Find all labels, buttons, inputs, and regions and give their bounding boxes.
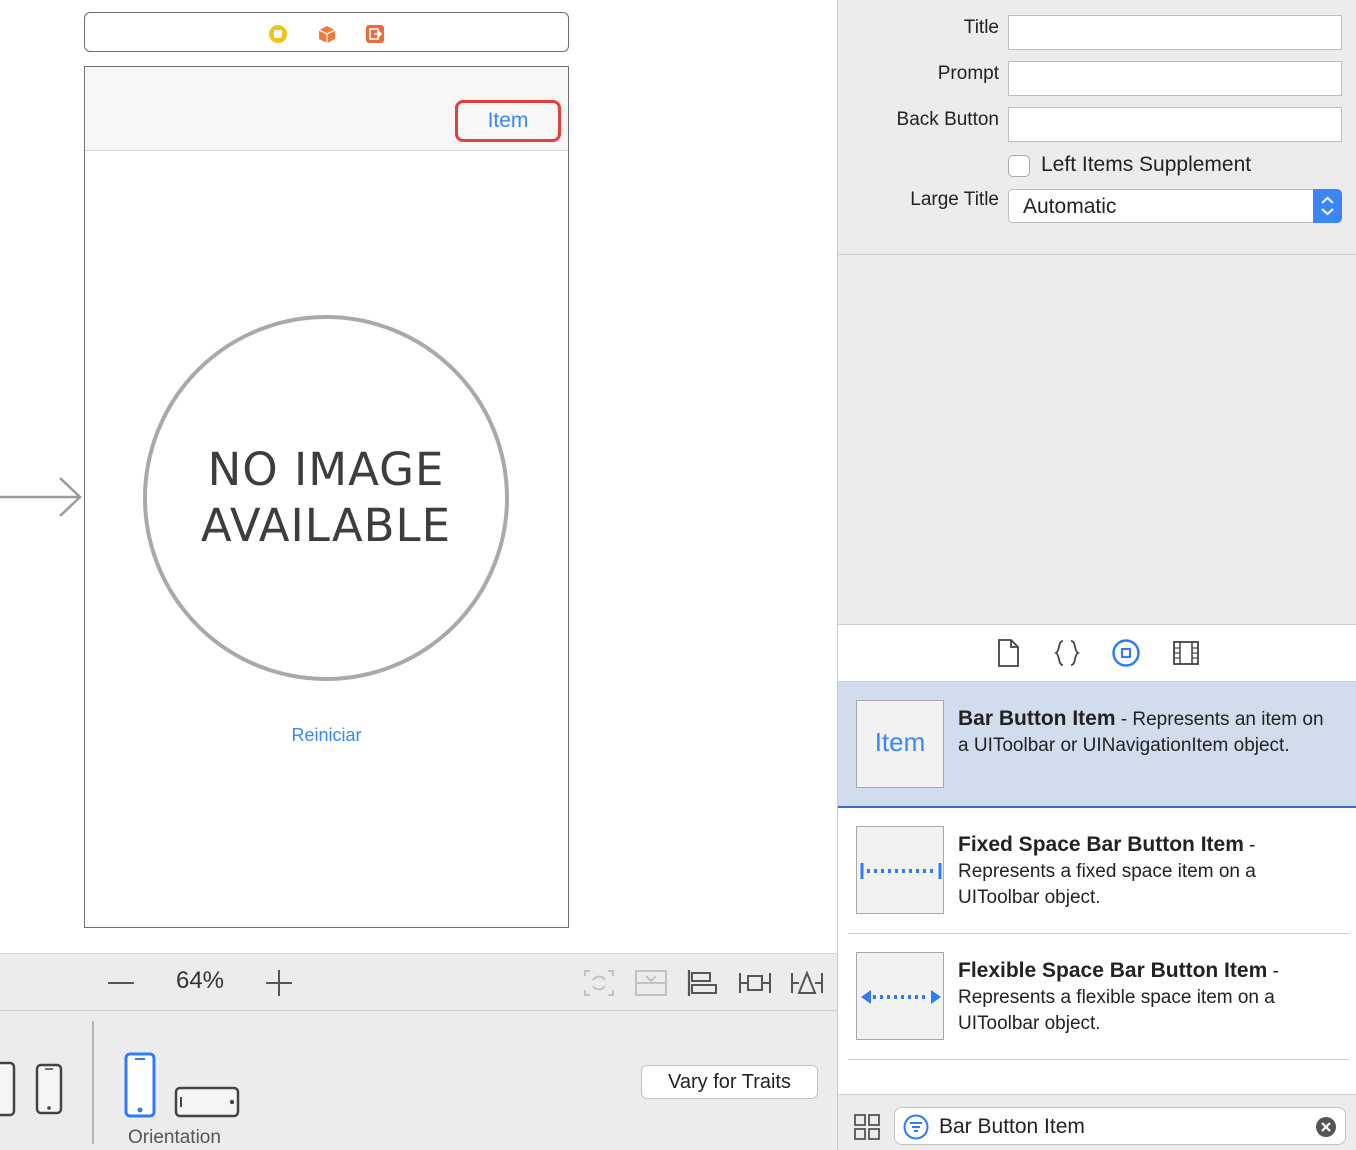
scene-dock	[84, 12, 569, 52]
portrait-orientation-icon[interactable]	[124, 1052, 156, 1118]
placeholder-text-line-1: NO IMAGE	[207, 443, 445, 496]
canvas-zoom-bar: 64%	[0, 953, 837, 1011]
view-controller-scene[interactable]: Item NO IMAGE AVAILABLE Reiniciar	[84, 66, 569, 928]
device-iphone-icon[interactable]	[35, 1063, 63, 1115]
library-item-description: Bar Button Item - Represents an item on …	[958, 706, 1338, 759]
library-item-name: Bar Button Item	[958, 707, 1116, 730]
library-item[interactable]: Fixed Space Bar Button Item - Represents…	[838, 808, 1356, 934]
device-ipad-icon[interactable]	[0, 1061, 16, 1117]
clear-search-icon[interactable]	[1315, 1116, 1337, 1138]
view-controller-icon[interactable]	[268, 24, 288, 44]
flexible-space-icon	[861, 990, 941, 1004]
device-bar-divider	[92, 1021, 94, 1144]
flexible-space-thumbnail	[856, 952, 944, 1040]
bar-button-item-thumbnail: Item	[856, 700, 944, 788]
object-library-list: Item Bar Button Item - Represents an ite…	[838, 682, 1356, 1094]
navigation-bar[interactable]: Item	[85, 67, 568, 151]
fixed-space-icon	[860, 863, 942, 879]
xcode-storyboard-window: Item NO IMAGE AVAILABLE Reiniciar 64% Or…	[0, 0, 1356, 1150]
restart-button[interactable]: Reiniciar	[85, 725, 568, 746]
exit-icon[interactable]	[365, 24, 385, 44]
list-divider	[848, 1059, 1349, 1060]
large-title-value: Automatic	[1023, 195, 1117, 218]
grid-view-icon[interactable]	[853, 1113, 881, 1141]
zoom-in-icon[interactable]	[264, 968, 294, 998]
left-items-supplement-checkbox[interactable]	[1008, 155, 1030, 177]
back-button-field[interactable]	[1008, 107, 1342, 142]
library-tab-bar	[838, 624, 1356, 682]
library-filter-bar: Bar Button Item	[838, 1094, 1356, 1150]
embed-in-stack-icon[interactable]	[634, 968, 668, 998]
large-title-select[interactable]: Automatic	[1008, 189, 1342, 223]
fixed-space-thumbnail	[856, 826, 944, 914]
search-value: Bar Button Item	[939, 1115, 1085, 1138]
add-constraints-icon[interactable]	[738, 968, 772, 998]
no-image-placeholder: NO IMAGE AVAILABLE	[143, 315, 509, 681]
orientation-label: Orientation	[128, 1127, 221, 1148]
library-item-name: Flexible Space Bar Button Item	[958, 959, 1268, 982]
align-icon[interactable]	[686, 968, 720, 998]
library-item-description: Flexible Space Bar Button Item - Represe…	[958, 958, 1338, 1037]
thumbnail-text: Item	[874, 727, 926, 757]
filter-icon[interactable]	[903, 1114, 929, 1140]
title-field[interactable]	[1008, 15, 1342, 50]
code-snippet-icon[interactable]	[1052, 638, 1082, 668]
file-template-icon[interactable]	[993, 638, 1023, 668]
utilities-panel: Title Prompt Back Button Left Items Supp…	[837, 0, 1356, 1150]
first-responder-icon[interactable]	[317, 24, 337, 44]
prompt-label: Prompt	[937, 63, 999, 84]
device-configuration-bar: Orientation Vary for Traits	[0, 1011, 837, 1150]
prompt-field[interactable]	[1008, 61, 1342, 96]
title-label: Title	[963, 17, 999, 38]
left-items-supplement-label: Left Items Supplement	[1041, 153, 1252, 176]
zoom-level: 64%	[175, 967, 225, 994]
object-library-icon[interactable]	[1111, 638, 1141, 668]
large-title-label: Large Title	[910, 189, 999, 210]
update-frames-icon[interactable]	[582, 968, 616, 998]
resolve-autolayout-icon[interactable]	[790, 968, 824, 998]
vary-for-traits-button[interactable]: Vary for Traits	[641, 1065, 818, 1099]
initial-view-controller-arrow	[0, 477, 82, 517]
library-item[interactable]: Item Bar Button Item - Represents an ite…	[838, 682, 1356, 808]
media-library-icon[interactable]	[1171, 638, 1201, 668]
library-search-input[interactable]: Bar Button Item	[894, 1107, 1346, 1145]
navigation-item-attributes: Title Prompt Back Button Left Items Supp…	[838, 0, 1356, 255]
nav-bar-button-item[interactable]: Item	[455, 100, 561, 142]
chevron-up-down-icon[interactable]	[1313, 189, 1342, 223]
landscape-orientation-icon[interactable]	[174, 1086, 240, 1118]
back-button-label: Back Button	[896, 109, 999, 130]
storyboard-canvas[interactable]: Item NO IMAGE AVAILABLE Reiniciar	[0, 0, 837, 953]
library-item[interactable]: Flexible Space Bar Button Item - Represe…	[838, 934, 1356, 1060]
library-item-name: Fixed Space Bar Button Item	[958, 833, 1244, 856]
library-item-description: Fixed Space Bar Button Item - Represents…	[958, 832, 1338, 911]
zoom-out-icon[interactable]	[106, 971, 136, 995]
placeholder-text-line-2: AVAILABLE	[200, 499, 452, 552]
